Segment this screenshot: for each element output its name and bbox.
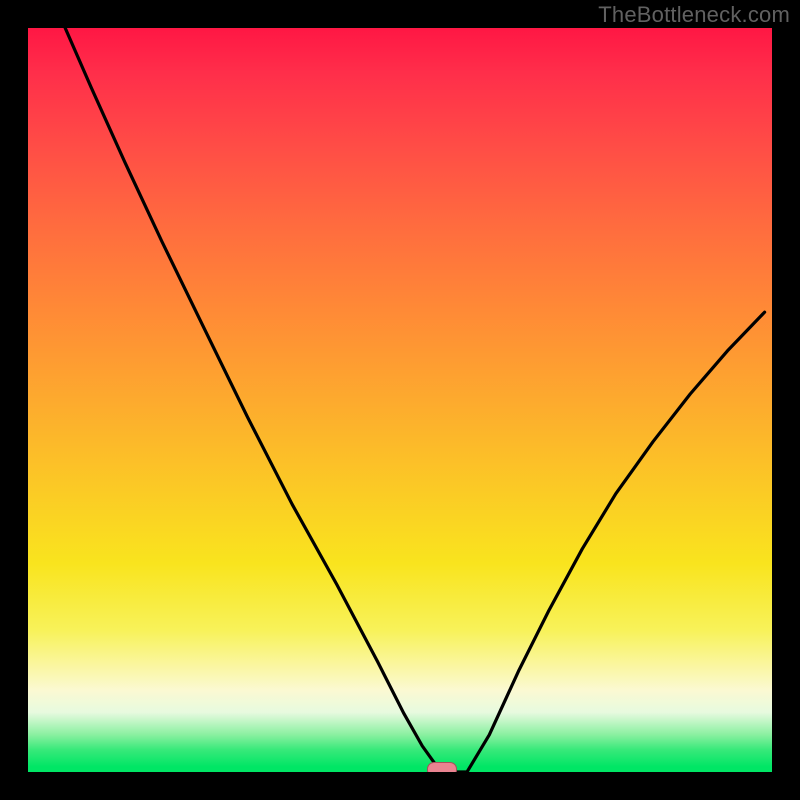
curve-layer: [28, 28, 772, 772]
plot-area: [28, 28, 772, 772]
chart-frame: TheBottleneck.com: [0, 0, 800, 800]
bottleneck-curve: [65, 28, 764, 772]
selection-marker: [427, 762, 457, 772]
attribution-label: TheBottleneck.com: [598, 2, 790, 28]
